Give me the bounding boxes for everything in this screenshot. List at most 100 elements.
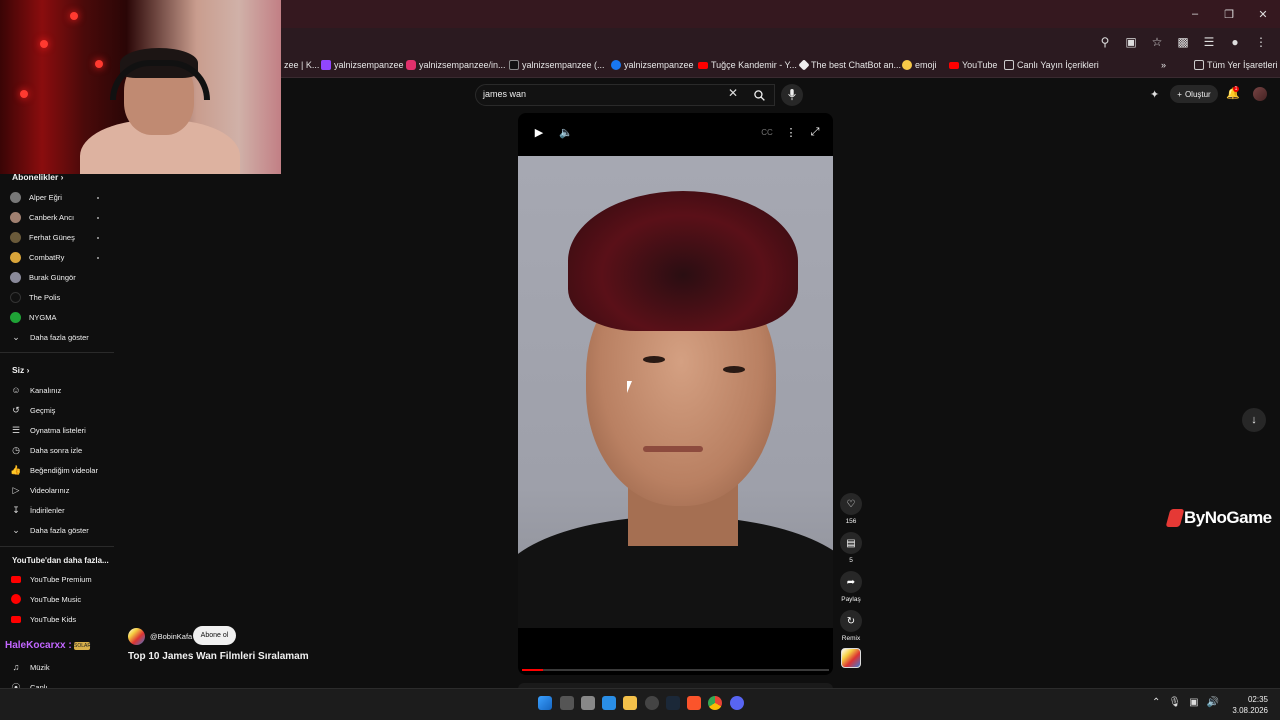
bookmarks-overflow[interactable]: » [1161,60,1166,70]
sidebar-item-combatry[interactable]: CombatRy [10,249,110,265]
media-icon[interactable]: ☰ [1198,32,1220,52]
progress-bar[interactable] [522,669,829,671]
sidebar-item-your-videos[interactable]: ▷ Videolarınız [10,482,110,498]
fullscreen-icon[interactable]: ⤢ [806,123,824,141]
remix-button[interactable]: ↻ [840,610,862,632]
bookmark-label: yalnizsempanzee [624,60,694,70]
sidebar-item-music[interactable]: ♫ Müzik [10,659,110,675]
sidebar-item-playlists[interactable]: ☰ Oynatma listeleri [10,422,110,438]
sidebar-item-your-channel[interactable]: ☺ Kanalınız [10,382,110,398]
next-video-button[interactable]: ↓ [1242,408,1266,432]
discord-icon[interactable] [730,696,744,710]
steam-icon[interactable] [666,696,680,710]
captions-icon[interactable]: CC [758,123,776,141]
bookmark-item[interactable]: zee | K... [284,60,319,70]
windows-start-icon[interactable] [538,696,552,710]
search-input[interactable]: james wan [483,89,526,99]
bookmark-item[interactable]: yalnizsempanzee (... [509,60,605,70]
bookmark-item[interactable]: yalnizsempanzee [321,60,404,70]
speaker-icon[interactable]: 🔊 [1207,697,1219,708]
channel-avatar[interactable] [128,628,145,645]
notification-badge: 1 [1233,86,1239,92]
system-clock[interactable]: 02:35 3.08.2026 [1226,694,1268,716]
minimize-icon[interactable]: – [1178,0,1212,28]
restore-icon[interactable]: ❐ [1212,0,1246,28]
chevron-up-icon[interactable]: ⌃ [1152,697,1160,708]
file-explorer-icon[interactable] [623,696,637,710]
bookmark-star-icon[interactable]: ☆ [1146,32,1168,52]
bookmark-item[interactable]: Tuğçe Kandemir - Y... [698,60,797,70]
search-button[interactable] [744,84,774,106]
sound-thumbnail[interactable] [841,648,861,668]
bookmark-item[interactable]: emoji [902,60,937,70]
sidebar-item-watch-later[interactable]: ◷ Daha sonra izle [10,442,110,458]
video-title[interactable]: Top 10 James Wan Filmleri Sıralamam [128,651,309,662]
sidebar-item-downloads[interactable]: ↧ İndirilenler [10,502,110,518]
sidebar-item-label: CombatRy [29,252,65,262]
sidebar-show-more-you[interactable]: ⌄ Daha fazla göster [10,522,110,538]
subscribe-button[interactable]: Abone ol [193,626,236,645]
bookmark-folder[interactable]: Canlı Yayın İçerikleri [1004,60,1099,70]
channel-avatar [10,211,21,223]
search-icon [753,89,765,101]
bookmark-item[interactable]: yalnizsempanzee/in... [406,60,506,70]
playlist-icon: ☰ [11,424,21,435]
extensions-icon[interactable]: ▩ [1172,32,1194,52]
play-icon[interactable]: ▶ [530,123,548,141]
create-button[interactable]: + Oluştur [1170,85,1218,103]
sidebar-item-youtube-kids[interactable]: YouTube Kids [10,611,110,627]
sidebar-item-label: Oynatma listeleri [30,425,86,435]
sidebar-divider [0,352,114,353]
create-label: Oluştur [1184,89,1211,99]
sidebar-item-burak-gungor[interactable]: Burak Güngör [10,269,110,285]
like-button[interactable]: ♡ [840,493,862,515]
sidebar-item-history[interactable]: ↺ Geçmiş [10,402,110,418]
you-heading[interactable]: Siz › [12,365,30,375]
widgets-icon[interactable] [602,696,616,710]
display-icon[interactable]: ▣ [1189,697,1198,708]
share-button[interactable]: ➦ [840,571,862,593]
sidebar-item-youtube-premium[interactable]: YouTube Premium [10,571,110,587]
video-icon: ▷ [12,484,20,495]
sidebar-item-label: Müzik [30,662,50,672]
emoji-icon [902,60,912,70]
brave-icon[interactable] [687,696,701,710]
clear-search-icon[interactable]: ✕ [728,86,738,100]
sidebar-item-ferhat-gunes[interactable]: Ferhat Güneş [10,229,110,245]
voice-search-button[interactable] [781,84,803,106]
channel-name[interactable]: @BobinKafa [150,632,192,641]
volume-icon[interactable]: 🔈 [557,123,575,141]
sidebar-item-canberk-anci[interactable]: Canberk Ancı [10,209,110,225]
bookmark-item[interactable]: YouTube [949,60,997,70]
menu-icon[interactable]: ⋮ [1250,32,1272,52]
profile-icon[interactable]: ● [1224,32,1246,52]
chevron-double-right-icon: » [1161,60,1167,70]
cast-icon[interactable]: ▣ [1120,32,1142,52]
sidebar-item-alper-egri[interactable]: Alper Eğri [10,189,110,205]
account-avatar[interactable] [1253,87,1267,101]
bookmark-item[interactable]: yalnizsempanzee [611,60,694,70]
search-taskbar-icon[interactable] [560,696,574,710]
new-content-dot [97,217,99,219]
chevron-down-icon: ⌄ [12,524,20,535]
sidebar-item-the-polis[interactable]: The Polis [10,289,110,305]
zoom-icon[interactable]: ⚲ [1094,32,1116,52]
remix-icon: ↻ [846,615,856,627]
sidebar-show-more-subscriptions[interactable]: ⌄ Daha fazla göster [10,329,110,345]
sidebar-item-liked-videos[interactable]: 👍 Beğendiğim videolar [10,462,110,478]
ai-sparkle-icon[interactable]: ✦ [1150,88,1159,101]
bookmark-item[interactable]: The best ChatBot an... [798,59,901,71]
sidebar-item-youtube-music[interactable]: YouTube Music [10,591,110,607]
chrome-icon[interactable] [708,696,722,710]
close-icon[interactable]: ✕ [1246,0,1280,28]
bookmark-label: yalnizsempanzee/in... [419,60,506,70]
bookmark-folder-all[interactable]: Tüm Yer İşaretleri [1194,60,1278,70]
comment-button[interactable]: ▤ [840,532,862,554]
subscriptions-heading[interactable]: Abonelikler › [12,172,64,182]
microphone-tray-icon[interactable]: 🎙 [1168,697,1181,708]
obs-icon[interactable] [645,696,659,710]
video-frame[interactable] [518,156,833,628]
more-vert-icon[interactable]: ⋮ [782,123,800,141]
task-view-icon[interactable] [581,696,595,710]
sidebar-item-nygma[interactable]: NYGMA [10,309,110,325]
